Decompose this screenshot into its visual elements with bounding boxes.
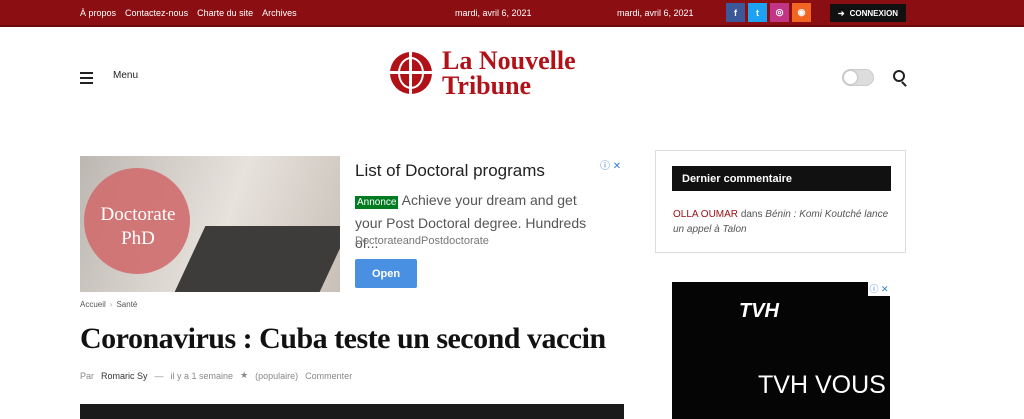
star-icon: ★ (240, 370, 249, 380)
comment-link[interactable]: Commenter (305, 371, 352, 381)
comment-author[interactable]: OLLA OUMAR (673, 209, 738, 220)
globe-icon (390, 52, 432, 94)
side-ad-text: TVH VOUS (758, 371, 886, 399)
advertisement[interactable]: Doctorate PhD List of Doctoral programs ⓘ… (80, 156, 624, 292)
ad-choices-icon[interactable]: ⓘ ✕ (600, 157, 621, 172)
moon-icon (844, 71, 857, 84)
contact-link[interactable]: Contactez-nous (125, 8, 188, 18)
twitter-icon[interactable]: t (748, 3, 767, 22)
laptop-image (174, 226, 340, 292)
open-button[interactable]: Open (355, 259, 417, 288)
top-bar: À propos Contactez-nous Charte du site A… (0, 0, 1024, 27)
comment-in: dans (740, 209, 763, 220)
ad-badge: Annonce (355, 196, 399, 209)
popular-label: (populaire) (255, 370, 299, 381)
ad-close-icon[interactable]: ⓘ ✕ (868, 282, 890, 296)
menu-label[interactable]: Menu (113, 70, 138, 81)
rss-icon[interactable]: ◉ (792, 3, 811, 22)
top-links: À propos Contactez-nous Charte du site A… (80, 8, 297, 18)
login-icon: ➜ (837, 8, 845, 18)
date-right: mardi, avril 6, 2021 (617, 8, 694, 18)
sidebar-advertisement[interactable]: ⓘ ✕ TVH TVH VOUS (672, 282, 890, 419)
about-link[interactable]: À propos (80, 8, 116, 18)
ad-image[interactable]: Doctorate PhD (80, 156, 340, 292)
dark-mode-toggle[interactable] (842, 69, 874, 86)
ad-image-text: Doctorate PhD (100, 204, 176, 249)
meta-dash: — (154, 370, 164, 381)
article-meta: Par Romaric Sy — il y a 1 semaine ★ (pop… (80, 370, 352, 381)
hamburger-icon[interactable] (80, 72, 93, 87)
article-title: Coronavirus : Cuba teste un second vacci… (80, 322, 606, 355)
author-prefix: Par (80, 370, 95, 381)
breadcrumb-home[interactable]: Accueil (80, 300, 106, 309)
latest-comment[interactable]: OLLA OUMAR dans Bénin : Komi Koutché lan… (673, 207, 893, 237)
facebook-icon[interactable]: f (726, 3, 745, 22)
tvh-logo: TVH (739, 300, 779, 322)
breadcrumb-section[interactable]: Santé (116, 300, 137, 309)
logo-text: La Nouvelle Tribune (442, 46, 576, 100)
site-header: Menu La Nouvelle Tribune (0, 27, 1024, 127)
author-link[interactable]: Romaric Sy (101, 371, 148, 381)
site-logo[interactable]: La Nouvelle Tribune (390, 46, 576, 100)
latest-comment-widget: Dernier commentaire OLLA OUMAR dans Béni… (655, 150, 906, 253)
breadcrumb: Accueil › Santé (80, 300, 137, 309)
archives-link[interactable]: Archives (262, 8, 297, 18)
publish-time: il y a 1 semaine (170, 370, 234, 381)
charter-link[interactable]: Charte du site (197, 8, 253, 18)
date-left: mardi, avril 6, 2021 (455, 8, 532, 18)
instagram-icon[interactable]: ◎ (770, 3, 789, 22)
ad-url[interactable]: DoctorateandPostdoctorate (355, 235, 489, 247)
ad-title[interactable]: List of Doctoral programs (355, 161, 545, 181)
search-icon[interactable] (893, 70, 905, 82)
chevron-right-icon: › (109, 300, 113, 309)
connect-button[interactable]: ➜ CONNEXION (830, 4, 906, 22)
latest-comment-heading: Dernier commentaire (672, 166, 891, 191)
article-image (80, 404, 624, 419)
